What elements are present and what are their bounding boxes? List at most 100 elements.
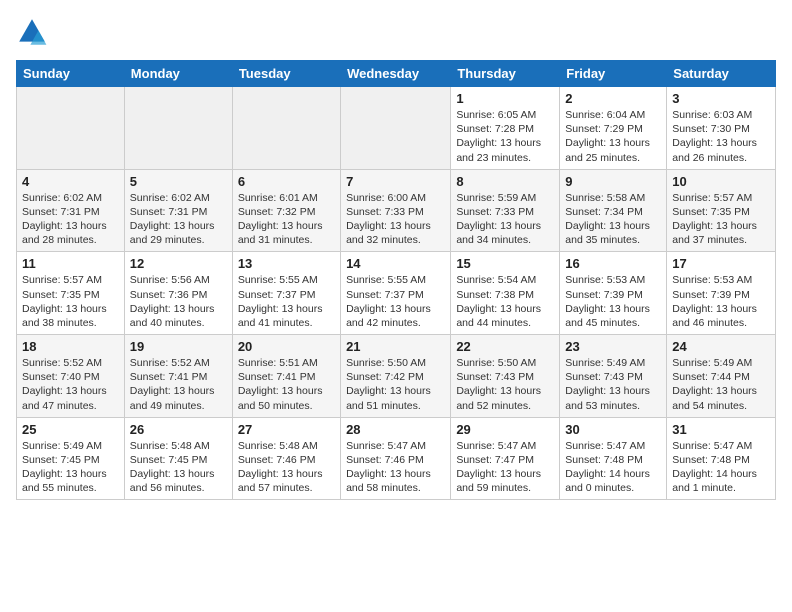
day-info: Sunrise: 5:50 AMSunset: 7:42 PMDaylight:…: [346, 356, 445, 413]
day-info: Sunrise: 5:55 AMSunset: 7:37 PMDaylight:…: [238, 273, 335, 330]
day-number: 13: [238, 256, 335, 271]
day-info: Sunrise: 6:00 AMSunset: 7:33 PMDaylight:…: [346, 191, 445, 248]
calendar-cell: 28 Sunrise: 5:47 AMSunset: 7:46 PMDayligh…: [341, 417, 451, 500]
calendar-cell: 31 Sunrise: 5:47 AMSunset: 7:48 PMDayligh…: [667, 417, 776, 500]
day-number: 16: [565, 256, 661, 271]
calendar-week-row: 4Sunrise: 6:02 AMSunset: 7:31 PMDaylight…: [17, 169, 776, 252]
day-info: Sunrise: 6:02 AMSunset: 7:31 PMDaylight:…: [130, 191, 227, 248]
calendar-cell: 4Sunrise: 6:02 AMSunset: 7:31 PMDaylight…: [17, 169, 125, 252]
day-info: Sunrise: 5:47 AMSunset: 7:47 PMDaylight:…: [456, 439, 554, 496]
calendar-cell: 22 Sunrise: 5:50 AMSunset: 7:43 PMDayligh…: [451, 335, 560, 418]
calendar-week-row: 25 Sunrise: 5:49 AMSunset: 7:45 PMDayligh…: [17, 417, 776, 500]
day-number: 12: [130, 256, 227, 271]
calendar-cell: 17Sunrise: 5:53 AMSunset: 7:39 PMDayligh…: [667, 252, 776, 335]
calendar-cell: 15 Sunrise: 5:54 AMSunset: 7:38 PMDayligh…: [451, 252, 560, 335]
day-number: 31: [672, 422, 770, 437]
day-number: 22: [456, 339, 554, 354]
day-number: 26: [130, 422, 227, 437]
calendar-cell: [124, 87, 232, 170]
day-info: Sunrise: 5:49 AMSunset: 7:45 PMDaylight:…: [22, 439, 119, 496]
day-info: Sunrise: 6:02 AMSunset: 7:31 PMDaylight:…: [22, 191, 119, 248]
day-number: 28: [346, 422, 445, 437]
calendar-cell: 7 Sunrise: 6:00 AMSunset: 7:33 PMDaylight…: [341, 169, 451, 252]
logo-icon: [16, 16, 48, 48]
day-number: 21: [346, 339, 445, 354]
day-info: Sunrise: 6:04 AMSunset: 7:29 PMDaylight:…: [565, 108, 661, 165]
day-info: Sunrise: 5:57 AMSunset: 7:35 PMDaylight:…: [22, 273, 119, 330]
calendar-cell: 24 Sunrise: 5:49 AMSunset: 7:44 PMDayligh…: [667, 335, 776, 418]
day-number: 2: [565, 91, 661, 106]
day-number: 9: [565, 174, 661, 189]
calendar-cell: 21 Sunrise: 5:50 AMSunset: 7:42 PMDayligh…: [341, 335, 451, 418]
day-number: 25: [22, 422, 119, 437]
day-info: Sunrise: 5:48 AMSunset: 7:46 PMDaylight:…: [238, 439, 335, 496]
calendar-cell: 3Sunrise: 6:03 AMSunset: 7:30 PMDaylight…: [667, 87, 776, 170]
header-monday: Monday: [124, 61, 232, 87]
day-number: 18: [22, 339, 119, 354]
calendar-cell: 18 Sunrise: 5:52 AMSunset: 7:40 PMDayligh…: [17, 335, 125, 418]
day-info: Sunrise: 5:59 AMSunset: 7:33 PMDaylight:…: [456, 191, 554, 248]
calendar-cell: 12 Sunrise: 5:56 AMSunset: 7:36 PMDayligh…: [124, 252, 232, 335]
calendar-header-row: SundayMondayTuesdayWednesdayThursdayFrid…: [17, 61, 776, 87]
day-info: Sunrise: 5:57 AMSunset: 7:35 PMDaylight:…: [672, 191, 770, 248]
day-number: 7: [346, 174, 445, 189]
calendar-cell: 1 Sunrise: 6:05 AMSunset: 7:28 PMDaylight…: [451, 87, 560, 170]
calendar-cell: 11 Sunrise: 5:57 AMSunset: 7:35 PMDayligh…: [17, 252, 125, 335]
calendar-week-row: 11 Sunrise: 5:57 AMSunset: 7:35 PMDayligh…: [17, 252, 776, 335]
day-info: Sunrise: 5:47 AMSunset: 7:46 PMDaylight:…: [346, 439, 445, 496]
day-number: 24: [672, 339, 770, 354]
day-info: Sunrise: 5:56 AMSunset: 7:36 PMDaylight:…: [130, 273, 227, 330]
day-info: Sunrise: 5:55 AMSunset: 7:37 PMDaylight:…: [346, 273, 445, 330]
calendar-cell: 19Sunrise: 5:52 AMSunset: 7:41 PMDayligh…: [124, 335, 232, 418]
calendar-cell: 10 Sunrise: 5:57 AMSunset: 7:35 PMDayligh…: [667, 169, 776, 252]
calendar-cell: 16 Sunrise: 5:53 AMSunset: 7:39 PMDayligh…: [560, 252, 667, 335]
day-number: 8: [456, 174, 554, 189]
calendar-cell: 6Sunrise: 6:01 AMSunset: 7:32 PMDaylight…: [232, 169, 340, 252]
day-info: Sunrise: 6:05 AMSunset: 7:28 PMDaylight:…: [456, 108, 554, 165]
calendar-cell: 30 Sunrise: 5:47 AMSunset: 7:48 PMDayligh…: [560, 417, 667, 500]
calendar-cell: 13 Sunrise: 5:55 AMSunset: 7:37 PMDayligh…: [232, 252, 340, 335]
day-info: Sunrise: 6:01 AMSunset: 7:32 PMDaylight:…: [238, 191, 335, 248]
page-header: [16, 16, 776, 48]
calendar-cell: 5 Sunrise: 6:02 AMSunset: 7:31 PMDaylight…: [124, 169, 232, 252]
calendar-week-row: 18 Sunrise: 5:52 AMSunset: 7:40 PMDayligh…: [17, 335, 776, 418]
day-number: 14: [346, 256, 445, 271]
calendar-cell: 14 Sunrise: 5:55 AMSunset: 7:37 PMDayligh…: [341, 252, 451, 335]
header-wednesday: Wednesday: [341, 61, 451, 87]
calendar-cell: 9Sunrise: 5:58 AMSunset: 7:34 PMDaylight…: [560, 169, 667, 252]
day-info: Sunrise: 5:54 AMSunset: 7:38 PMDaylight:…: [456, 273, 554, 330]
day-info: Sunrise: 5:49 AMSunset: 7:43 PMDaylight:…: [565, 356, 661, 413]
day-number: 19: [130, 339, 227, 354]
header-friday: Friday: [560, 61, 667, 87]
header-sunday: Sunday: [17, 61, 125, 87]
calendar-cell: [341, 87, 451, 170]
day-number: 11: [22, 256, 119, 271]
calendar-cell: [232, 87, 340, 170]
calendar-cell: 27Sunrise: 5:48 AMSunset: 7:46 PMDayligh…: [232, 417, 340, 500]
calendar-cell: 25 Sunrise: 5:49 AMSunset: 7:45 PMDayligh…: [17, 417, 125, 500]
day-info: Sunrise: 5:51 AMSunset: 7:41 PMDaylight:…: [238, 356, 335, 413]
day-info: Sunrise: 5:47 AMSunset: 7:48 PMDaylight:…: [565, 439, 661, 496]
day-info: Sunrise: 5:49 AMSunset: 7:44 PMDaylight:…: [672, 356, 770, 413]
day-info: Sunrise: 5:50 AMSunset: 7:43 PMDaylight:…: [456, 356, 554, 413]
day-number: 29: [456, 422, 554, 437]
day-info: Sunrise: 5:52 AMSunset: 7:40 PMDaylight:…: [22, 356, 119, 413]
day-number: 23: [565, 339, 661, 354]
day-info: Sunrise: 5:48 AMSunset: 7:45 PMDaylight:…: [130, 439, 227, 496]
calendar-cell: [17, 87, 125, 170]
calendar-cell: 2 Sunrise: 6:04 AMSunset: 7:29 PMDaylight…: [560, 87, 667, 170]
day-number: 15: [456, 256, 554, 271]
calendar-week-row: 1 Sunrise: 6:05 AMSunset: 7:28 PMDaylight…: [17, 87, 776, 170]
day-number: 30: [565, 422, 661, 437]
calendar: SundayMondayTuesdayWednesdayThursdayFrid…: [16, 60, 776, 500]
day-number: 10: [672, 174, 770, 189]
calendar-cell: 29 Sunrise: 5:47 AMSunset: 7:47 PMDayligh…: [451, 417, 560, 500]
calendar-cell: 26 Sunrise: 5:48 AMSunset: 7:45 PMDayligh…: [124, 417, 232, 500]
day-info: Sunrise: 5:53 AMSunset: 7:39 PMDaylight:…: [565, 273, 661, 330]
header-thursday: Thursday: [451, 61, 560, 87]
header-tuesday: Tuesday: [232, 61, 340, 87]
day-number: 1: [456, 91, 554, 106]
day-number: 5: [130, 174, 227, 189]
day-info: Sunrise: 5:47 AMSunset: 7:48 PMDaylight:…: [672, 439, 770, 496]
day-info: Sunrise: 5:53 AMSunset: 7:39 PMDaylight:…: [672, 273, 770, 330]
